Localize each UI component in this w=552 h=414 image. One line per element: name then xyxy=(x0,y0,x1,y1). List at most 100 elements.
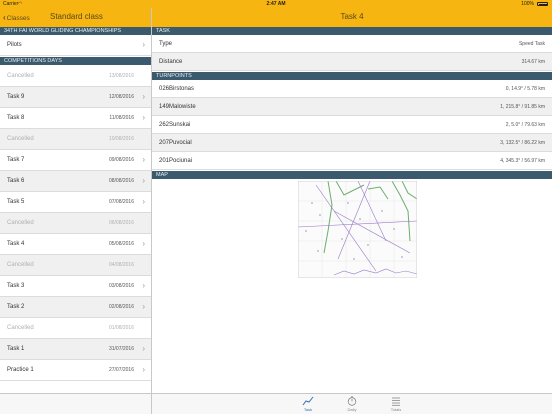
task-distance-value: 314.67 km xyxy=(521,59,545,65)
master-footer xyxy=(0,393,151,414)
turnpoint-row: 207Puvocial 3, 132.5° / 86.22 km xyxy=(152,134,552,152)
day-date: 11/08/2016 xyxy=(109,115,134,121)
turnpoint-row: 201Pociunai 4, 345.3° / 56.97 km xyxy=(152,152,552,170)
chevron-right-icon: › xyxy=(142,113,145,122)
days-header: COMPETITIONS DAYS xyxy=(0,57,151,65)
day-row[interactable]: Task 3 03/08/2016 › xyxy=(0,276,151,297)
tab-label: Daily xyxy=(347,407,357,412)
day-name: Cancelled xyxy=(7,73,34,79)
day-row: Cancelled 13/08/2016 xyxy=(0,66,151,87)
chevron-right-icon: › xyxy=(142,155,145,164)
task-map[interactable] xyxy=(298,181,417,278)
chevron-right-icon: › xyxy=(142,197,145,206)
day-row[interactable]: Task 2 02/08/2016 › xyxy=(0,297,151,318)
day-date: 02/08/2016 xyxy=(108,304,134,310)
day-name: Task 3 xyxy=(7,283,25,289)
detail-nav-bar: Task 4 xyxy=(152,8,552,27)
day-row[interactable]: Task 6 08/08/2016 › xyxy=(0,171,151,192)
day-name: Task 2 xyxy=(7,304,25,310)
day-row[interactable]: Task 8 11/08/2016 › xyxy=(0,108,151,129)
tab-daily[interactable]: Daily xyxy=(337,396,367,414)
stopwatch-icon xyxy=(347,396,357,406)
chevron-right-icon: › xyxy=(142,281,145,290)
turnpoint-value: 1, 215.8° / 91.85 km xyxy=(500,104,545,110)
pilots-row[interactable]: Pilots › xyxy=(0,35,151,56)
day-name: Task 7 xyxy=(7,157,25,163)
task-distance-label: Distance xyxy=(159,59,183,65)
day-date: 12/08/2016 xyxy=(108,94,134,100)
day-name: Cancelled xyxy=(7,136,34,142)
turnpoint-value: 4, 345.3° / 56.97 km xyxy=(500,158,545,164)
chevron-right-icon: › xyxy=(142,344,145,353)
day-date: 05/08/2016 xyxy=(108,241,134,247)
day-row[interactable]: Practice 1 27/07/2016 › xyxy=(0,360,151,381)
turnpoint-row: 149Malowiste 1, 215.8° / 91.85 km xyxy=(152,98,552,116)
back-button[interactable]: ‹Classes xyxy=(3,13,30,22)
day-row[interactable]: Task 9 12/08/2016 › xyxy=(0,87,151,108)
chevron-right-icon: › xyxy=(142,92,145,101)
day-date: 01/08/2016 xyxy=(108,325,134,331)
task-distance-row: Distance 314.67 km xyxy=(152,53,552,71)
chevron-right-icon: › xyxy=(142,176,145,185)
day-row[interactable]: Task 1 31/07/2016 › xyxy=(0,339,151,360)
day-date: 03/08/2016 xyxy=(108,283,134,289)
chart-line-icon xyxy=(302,396,314,406)
turnpoint-name: 026Birstonas xyxy=(159,86,195,92)
day-name: Task 8 xyxy=(7,115,25,121)
turnpoint-name: 207Puvocial xyxy=(159,140,192,146)
day-date: 31/07/2016 xyxy=(108,346,134,352)
day-date: 10/08/2016 xyxy=(108,136,134,142)
tab-task[interactable]: Task xyxy=(293,396,323,414)
day-name: Task 6 xyxy=(7,178,25,184)
day-name: Practice 1 xyxy=(7,367,34,373)
master-title: Standard class xyxy=(50,12,103,21)
day-row: Cancelled 10/08/2016 xyxy=(0,129,151,150)
turnpoint-name: 149Malowiste xyxy=(159,104,196,110)
tab-totals[interactable]: Totals xyxy=(381,396,411,414)
day-date: 06/08/2016 xyxy=(108,220,134,226)
day-row: Cancelled 04/08/2016 xyxy=(0,255,151,276)
chevron-right-icon: › xyxy=(142,302,145,311)
day-name: Cancelled xyxy=(7,262,34,268)
turnpoints-header: TURNPOINTS xyxy=(152,72,552,80)
day-name: Task 1 xyxy=(7,346,25,352)
day-date: 13/08/2016 xyxy=(108,73,134,79)
chevron-left-icon: ‹ xyxy=(3,13,6,22)
map-header: MAP xyxy=(152,171,552,179)
day-name: Cancelled xyxy=(7,220,34,226)
turnpoint-name: 262Sunskai xyxy=(159,122,191,128)
task-type-label: Type xyxy=(159,41,173,47)
clock: 2:47 AM xyxy=(266,1,286,7)
status-bar: Carrier ◠ 2:47 AM 100% xyxy=(0,0,552,8)
day-name: Task 4 xyxy=(7,241,25,247)
detail-title: Task 4 xyxy=(340,12,364,21)
tab-bar: Task Daily Totals xyxy=(152,393,552,414)
turnpoint-name: 201Pociunai xyxy=(159,158,193,164)
battery-icon xyxy=(537,2,548,6)
day-date: 04/08/2016 xyxy=(108,262,134,268)
list-icon xyxy=(392,397,400,406)
day-name: Task 5 xyxy=(7,199,25,205)
battery-percent: 100% xyxy=(521,1,534,7)
day-row[interactable]: Task 7 09/08/2016 › xyxy=(0,150,151,171)
pilots-label: Pilots xyxy=(7,42,22,48)
task-header: TASK xyxy=(152,27,552,35)
tab-label: Totals xyxy=(390,407,402,412)
turnpoint-row: 026Birstonas 0, 14.9° / 5.78 km xyxy=(152,80,552,98)
tab-label: Task xyxy=(303,407,313,412)
turnpoint-row: 262Sunskai 2, 5.0° / 79.63 km xyxy=(152,116,552,134)
day-date: 08/08/2016 xyxy=(108,178,134,184)
chevron-right-icon: › xyxy=(142,365,145,374)
turnpoint-value: 3, 132.5° / 86.22 km xyxy=(500,140,545,146)
task-type-row: Type Speed Task xyxy=(152,35,552,53)
day-row: Cancelled 06/08/2016 xyxy=(0,213,151,234)
competition-header: 34TH FAI WORLD GLIDING CHAMPIONSHIPS xyxy=(0,27,151,35)
day-name: Cancelled xyxy=(7,325,34,331)
day-date: 07/08/2016 xyxy=(108,199,134,205)
day-row[interactable]: Task 5 07/08/2016 › xyxy=(0,192,151,213)
turnpoint-value: 0, 14.9° / 5.78 km xyxy=(505,86,545,92)
task-type-value: Speed Task xyxy=(518,41,545,47)
turnpoint-value: 2, 5.0° / 79.63 km xyxy=(505,122,545,128)
day-row[interactable]: Task 4 05/08/2016 › xyxy=(0,234,151,255)
day-date: 09/08/2016 xyxy=(108,157,134,163)
